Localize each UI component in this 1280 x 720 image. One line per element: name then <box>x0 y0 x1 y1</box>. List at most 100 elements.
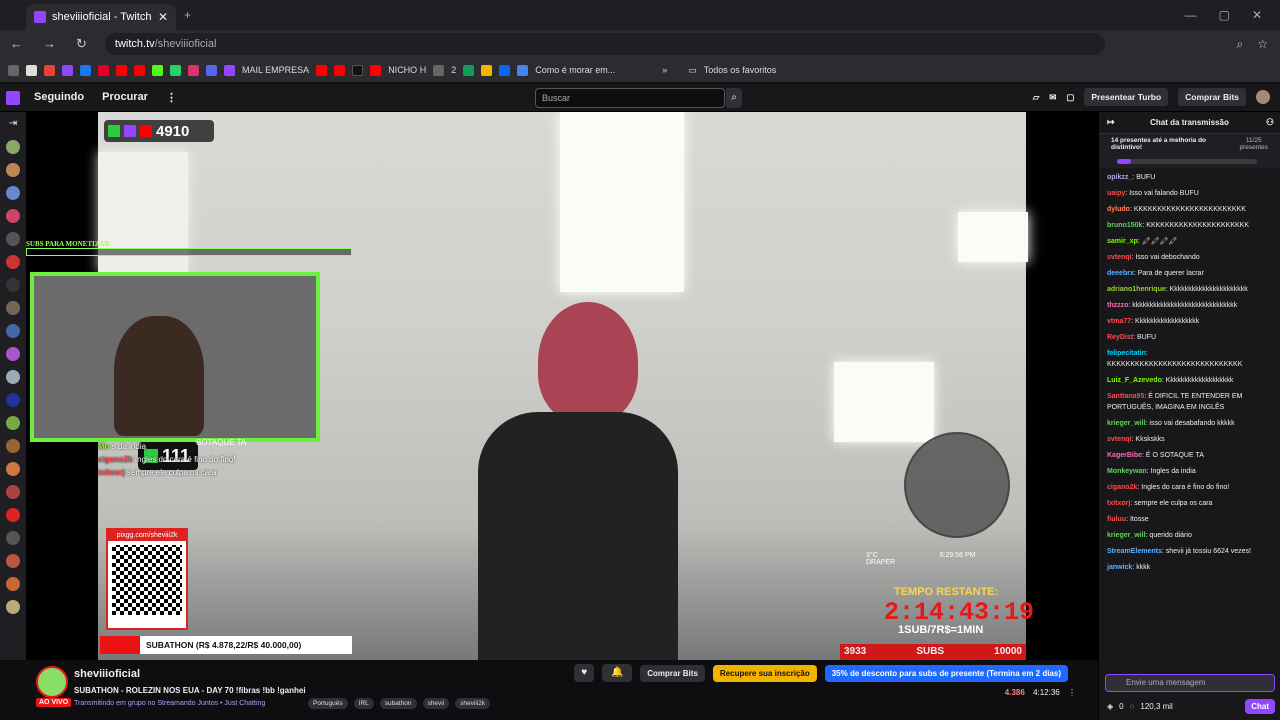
channel-avatar[interactable] <box>6 508 20 522</box>
expand-sidebar-icon[interactable]: ⇥ <box>9 118 17 129</box>
chat-username[interactable]: StreamElements <box>1107 548 1162 555</box>
buy-bits-button[interactable]: Comprar Bits <box>640 664 705 682</box>
back-icon[interactable]: ← <box>10 36 23 52</box>
youtube-bookmark-icon[interactable] <box>116 64 127 76</box>
twitch-logo-icon[interactable] <box>6 90 20 105</box>
chat-username[interactable]: samir_xp <box>1107 238 1138 245</box>
channel-avatar[interactable] <box>6 301 20 315</box>
channel-avatar[interactable] <box>6 278 20 292</box>
channel-avatar[interactable] <box>6 485 20 499</box>
bookmark-all-favorites[interactable]: Todos os favoritos <box>704 65 777 75</box>
bookmark-star-icon[interactable]: ☆ <box>1257 37 1268 51</box>
chat-username[interactable]: krieger_will <box>1107 532 1146 539</box>
nav-seguindo[interactable]: Seguindo <box>34 91 84 104</box>
channel-avatar[interactable] <box>6 163 20 177</box>
user-avatar[interactable] <box>1256 90 1270 104</box>
minimize-icon[interactable]: — <box>1185 8 1197 22</box>
bookmark-icon[interactable] <box>433 64 445 76</box>
buy-bits-button[interactable]: Comprar Bits <box>1178 88 1246 106</box>
channel-points-icon[interactable]: ◌ <box>1130 702 1135 711</box>
youtube-bookmark-icon[interactable] <box>316 64 328 76</box>
pinterest-bookmark-icon[interactable] <box>98 64 109 76</box>
inbox-icon[interactable]: ▱ <box>1033 92 1040 103</box>
chat-username[interactable]: txitxorj <box>1107 500 1130 507</box>
browser-tab[interactable]: sheviiioficial - Twitch ✕ <box>26 4 176 30</box>
gift-turbo-button[interactable]: Presentear Turbo <box>1084 88 1169 106</box>
facebook-bookmark-icon[interactable] <box>80 64 91 76</box>
search-input[interactable]: Buscar <box>535 88 725 108</box>
channel-avatar[interactable] <box>6 255 20 269</box>
bookmark-mail-empresa[interactable]: MAIL EMPRESA <box>242 65 309 75</box>
chat-username[interactable]: cigano2k <box>1107 484 1137 491</box>
channel-avatar[interactable] <box>6 140 20 154</box>
gift-sub-promo-button[interactable]: 35% de desconto para subs de presente (T… <box>824 664 1068 682</box>
channel-avatar[interactable] <box>6 186 20 200</box>
tag[interactable]: sheviii2k <box>455 698 491 709</box>
chat-username[interactable]: dyludo <box>1107 206 1130 213</box>
close-icon[interactable]: ✕ <box>158 10 168 24</box>
reload-icon[interactable]: ↻ <box>76 36 87 52</box>
chat-username[interactable]: Luiz_F_Azevedo <box>1107 377 1162 384</box>
channel-avatar[interactable] <box>6 209 20 223</box>
youtube-bookmark-icon[interactable] <box>334 64 346 76</box>
channel-avatar[interactable] <box>6 393 20 407</box>
chat-username[interactable]: janwick <box>1107 564 1132 571</box>
bookmark-nicho-h[interactable]: NICHO H <box>388 65 426 75</box>
chat-username[interactable]: Santtana95 <box>1107 393 1144 400</box>
bookmark-como-e-morar[interactable]: Como é morar em... <box>535 65 615 75</box>
nav-procurar[interactable]: Procurar <box>102 91 148 104</box>
follow-heart-icon[interactable]: ♥ <box>574 664 595 682</box>
twitch-bookmark-icon[interactable] <box>62 64 73 76</box>
channel-avatar[interactable] <box>6 347 20 361</box>
window-close-icon[interactable]: ✕ <box>1252 8 1262 22</box>
whispers-icon[interactable]: ✉ <box>1049 92 1056 103</box>
chat-username[interactable]: adriano1henrique <box>1107 286 1166 293</box>
discord-bookmark-icon[interactable] <box>206 64 217 76</box>
bookmark-2[interactable]: 2 <box>451 65 456 75</box>
new-tab-icon[interactable]: + <box>184 8 191 22</box>
search-icon[interactable]: ⌕ <box>726 88 742 108</box>
tag[interactable]: Português <box>308 698 348 709</box>
zoom-icon[interactable]: ⌕ <box>1237 37 1244 52</box>
channel-name[interactable]: sheviiioficial <box>74 668 140 680</box>
chat-username[interactable]: fiuluu <box>1107 516 1126 523</box>
chat-username[interactable]: vtma77 <box>1107 318 1131 325</box>
chat-username[interactable]: ReyDist <box>1107 334 1133 341</box>
chat-username[interactable]: KagerBibe <box>1107 452 1142 459</box>
chat-username[interactable]: Monkeywan <box>1107 468 1147 475</box>
channel-avatar[interactable] <box>6 439 20 453</box>
channel-avatar[interactable] <box>6 531 20 545</box>
bits-icon[interactable]: ◈ <box>1107 702 1113 711</box>
channel-avatar[interactable] <box>6 462 20 476</box>
more-menu-icon[interactable]: ⋮ <box>166 91 177 104</box>
more-options-icon[interactable]: ⋮ <box>1068 688 1076 697</box>
channel-avatar[interactable] <box>6 577 20 591</box>
chat-send-button[interactable]: Chat <box>1245 699 1275 714</box>
kick-bookmark-icon[interactable] <box>152 64 163 76</box>
chat-username[interactable]: uaipy <box>1107 190 1125 197</box>
bookmark-icon[interactable] <box>481 64 493 76</box>
chat-username[interactable]: bruno150k <box>1107 222 1142 229</box>
apps-icon[interactable] <box>8 64 19 76</box>
chat-username[interactable]: thzzzo <box>1107 302 1128 309</box>
url-field[interactable]: twitch.tv/sheviiioficial <box>104 33 1105 55</box>
tag[interactable]: shevii <box>422 698 450 709</box>
channel-avatar[interactable] <box>6 370 20 384</box>
x-bookmark-icon[interactable] <box>26 64 37 76</box>
sheets-bookmark-icon[interactable] <box>463 64 475 76</box>
maximize-icon[interactable]: ▢ <box>1219 8 1230 22</box>
meta-bookmark-icon[interactable] <box>499 64 511 76</box>
notifications-icon[interactable]: ▢ <box>1066 92 1074 103</box>
forward-icon[interactable]: → <box>43 36 56 52</box>
recover-subscription-button[interactable]: Recupere sua inscrição <box>712 664 817 682</box>
chat-username[interactable]: opikzz_ <box>1107 174 1132 181</box>
tag[interactable]: subathon <box>379 698 417 709</box>
tag[interactable]: IRL <box>353 698 374 709</box>
chat-username[interactable]: deeebrx <box>1107 270 1134 277</box>
chat-username[interactable]: svtenqi <box>1107 436 1132 443</box>
channel-avatar[interactable] <box>6 232 20 246</box>
chat-input[interactable]: Envie uma mensagem <box>1105 674 1275 692</box>
channel-avatar[interactable] <box>6 554 20 568</box>
instagram-bookmark-icon[interactable] <box>188 64 199 76</box>
collapse-chat-icon[interactable]: ↦ <box>1107 117 1115 128</box>
